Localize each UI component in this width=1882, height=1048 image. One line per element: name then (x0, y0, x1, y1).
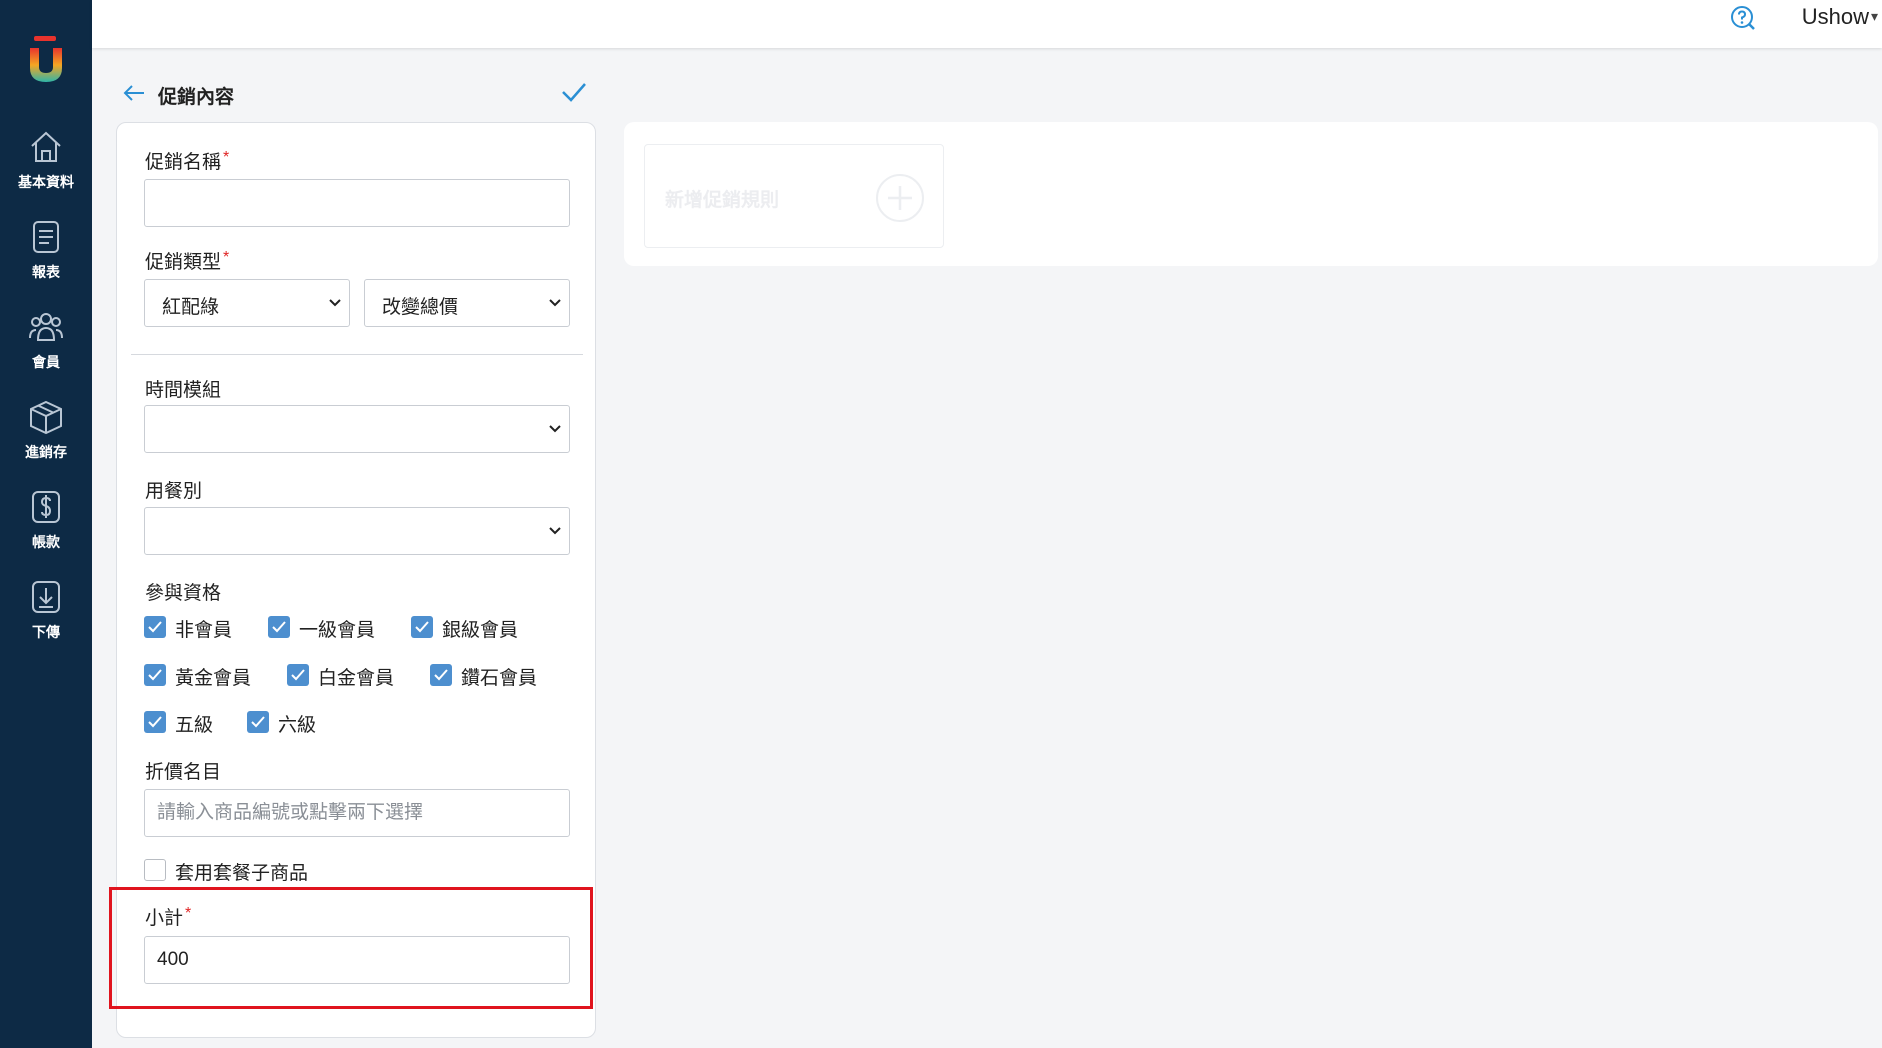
add-rule-label: 新增促銷規則 (665, 190, 780, 211)
chevron-down-icon (549, 425, 561, 433)
meal-type-label: 用餐別 (145, 481, 203, 502)
page-title: 促銷內容 (158, 87, 235, 108)
promotion-form-card: 促銷名稱 * 促銷類型 * 紅配綠 改變總價 時間模組 用餐別 參與資格 非會員 一… (109, 122, 596, 1038)
divider (131, 354, 583, 355)
checkbox-label: 黃金會員 (175, 668, 252, 689)
checkbox-checked-icon (430, 664, 452, 686)
checkbox-label: 一級會員 (299, 620, 376, 641)
plus-circle-icon (876, 174, 924, 222)
promo-name-input[interactable] (144, 179, 570, 227)
promo-type-select[interactable]: 紅配綠 (144, 279, 350, 327)
nav-label: 會員 (32, 354, 60, 370)
checkbox-checked-icon (144, 711, 166, 733)
home-icon (31, 131, 61, 162)
checkbox-label: 六級 (278, 715, 317, 736)
nav-label: 基本資料 (18, 174, 74, 190)
add-promotion-rule-button[interactable]: 新增促銷規則 (644, 144, 944, 248)
inventory-box-icon (30, 400, 62, 435)
checkbox-label: 五級 (175, 715, 214, 736)
nav-members[interactable]: 會員 (0, 308, 92, 378)
download-icon (32, 581, 60, 613)
checkbox-label: 鑽石會員 (461, 668, 538, 689)
nav-label: 帳款 (32, 534, 60, 550)
checkbox-checked-icon (144, 664, 166, 686)
checkbox-checked-icon (144, 616, 166, 638)
chevron-down-icon: ▾ (1870, 8, 1878, 24)
nav-label: 報表 (32, 264, 60, 280)
checkbox-checked-icon (287, 664, 309, 686)
nav-label: 進銷存 (25, 444, 67, 460)
checkbox-checked-icon (247, 711, 269, 733)
report-icon (33, 221, 59, 253)
checkbox-label: 白金會員 (318, 668, 395, 689)
confirm-check-icon[interactable] (560, 80, 588, 104)
app-logo[interactable] (24, 34, 68, 86)
subtotal-input[interactable] (144, 936, 570, 984)
checkbox-label: 套用套餐子商品 (175, 863, 309, 884)
time-module-label: 時間模組 (145, 380, 222, 401)
checkbox-unchecked-icon (144, 859, 166, 881)
chevron-down-icon (329, 299, 341, 307)
subtotal-label: 小計 * (145, 905, 192, 929)
discount-items-label: 折價名目 (145, 762, 222, 783)
nav-accounts[interactable]: 帳款 (0, 488, 92, 558)
nav-basic-info[interactable]: 基本資料 (0, 128, 92, 198)
help-icon[interactable] (1730, 5, 1756, 31)
members-icon (29, 313, 63, 341)
sidebar: 基本資料 報表 會員 進銷存 帳款 下傳 (0, 0, 92, 1048)
promo-name-label: 促銷名稱 * (145, 149, 230, 173)
time-module-select[interactable] (144, 405, 570, 453)
chevron-down-icon (549, 299, 561, 307)
checkbox-checked-icon (268, 616, 290, 638)
required-mark: * (223, 249, 230, 266)
checkbox-checked-icon (411, 616, 433, 638)
user-menu[interactable]: Ushow ▾ (1802, 4, 1878, 30)
promotion-rules-panel: 新增促銷規則 (624, 122, 1878, 266)
required-mark: * (223, 149, 230, 166)
nav-download[interactable]: 下傳 (0, 578, 92, 648)
required-mark: * (185, 905, 192, 922)
nav-inventory[interactable]: 進銷存 (0, 398, 92, 468)
user-name: Ushow (1801, 4, 1869, 29)
checkbox-label: 銀級會員 (442, 620, 519, 641)
checkbox-label: 非會員 (175, 620, 233, 641)
top-bar: Ushow ▾ (92, 0, 1882, 48)
promo-type-label: 促銷類型 * (145, 249, 230, 273)
select-value: 改變總價 (382, 297, 459, 318)
nav-reports[interactable]: 報表 (0, 218, 92, 288)
page-header: 促銷內容 (118, 78, 592, 110)
back-arrow-icon[interactable] (122, 82, 146, 104)
eligibility-label: 參與資格 (145, 583, 222, 604)
chevron-down-icon (549, 527, 561, 535)
nav-label: 下傳 (32, 624, 60, 640)
dollar-icon (32, 491, 60, 523)
promo-subtype-select[interactable]: 改變總價 (364, 279, 570, 327)
meal-type-select[interactable] (144, 507, 570, 555)
select-value: 紅配綠 (162, 297, 220, 318)
discount-items-input[interactable] (144, 789, 570, 837)
